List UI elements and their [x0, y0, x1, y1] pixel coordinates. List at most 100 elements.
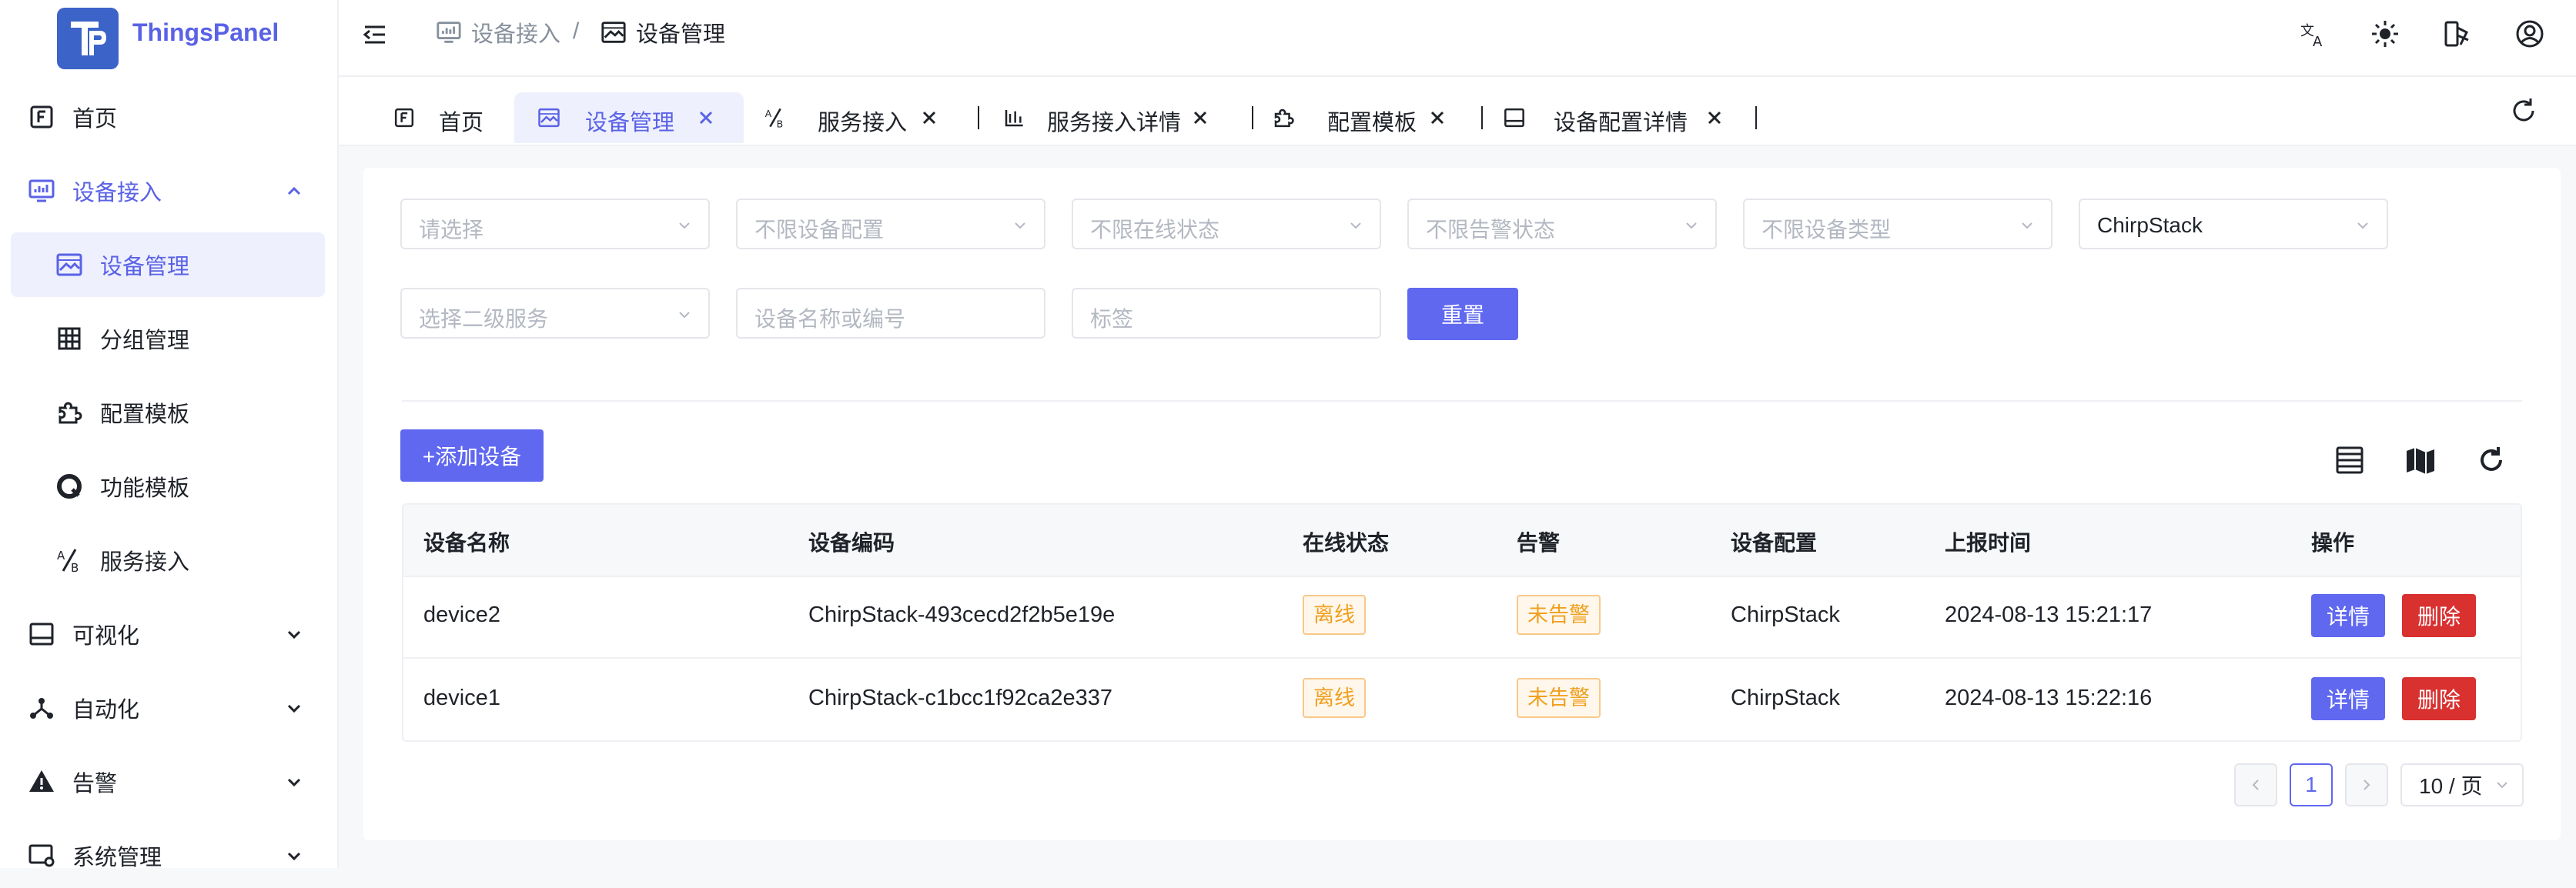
reset-button[interactable]: 重置	[1407, 288, 1518, 340]
placeholder: 请选择	[419, 218, 484, 242]
table-row: device1 ChirpStack-c1bcc1f92ca2e337 离线 未…	[403, 659, 2521, 740]
tab-label: 服务接入详情	[1047, 111, 1182, 135]
menu-collapse-icon[interactable]	[362, 22, 388, 48]
screen-icon	[29, 623, 54, 646]
screen-icon	[1504, 108, 1524, 128]
group-select[interactable]: 请选择	[400, 199, 710, 249]
sidebar: ThingsPanel 首页 设备接入 设备管理 分组管理 配置模板 功能模板 …	[0, 0, 339, 870]
device-config: ChirpStack	[1731, 603, 1840, 627]
sidebar-item-config-template[interactable]: 配置模板	[11, 380, 325, 445]
sidebar-item-visualization[interactable]: 可视化	[11, 602, 325, 666]
table-header: 设备名称 设备编码 在线状态 告警 设备配置 上报时间 操作	[403, 505, 2521, 577]
next-page-button[interactable]	[2345, 763, 2388, 806]
sidebar-item-system-management[interactable]: 系统管理	[11, 823, 325, 888]
network-icon	[30, 698, 53, 719]
tab-config-template[interactable]: 配置模板	[1272, 92, 1503, 143]
sidebar-item-home[interactable]: 首页	[11, 85, 325, 149]
chevron-down-icon	[287, 630, 301, 639]
close-icon[interactable]	[919, 108, 939, 128]
name-or-code-input[interactable]: 设备名称或编号	[736, 288, 1045, 339]
service-select[interactable]: ChirpStack	[2079, 199, 2388, 249]
close-icon[interactable]	[1427, 108, 1447, 128]
sun-icon[interactable]	[2370, 18, 2400, 49]
sidebar-item-label: 分组管理	[100, 329, 190, 353]
ratio-icon: AB	[57, 549, 79, 574]
sidebar-item-label: 自动化	[72, 698, 140, 723]
detail-button[interactable]: 详情	[2311, 677, 2385, 720]
alarm-status-select[interactable]: 不限告警状态	[1407, 199, 1717, 249]
sidebar-item-function-template[interactable]: 功能模板	[11, 454, 325, 519]
tab-service-access[interactable]: AB 服务接入	[764, 92, 956, 143]
column-header: 设备名称	[423, 531, 510, 555]
delete-button[interactable]: 删除	[2402, 594, 2476, 637]
page-size-select[interactable]: 10 / 页	[2400, 763, 2524, 806]
chevron-up-icon	[287, 186, 301, 195]
close-icon[interactable]	[696, 108, 716, 128]
device-table: 设备名称 设备编码 在线状态 告警 设备配置 上报时间 操作 device2 C…	[402, 503, 2522, 742]
svg-text:B: B	[71, 561, 79, 574]
sidebar-item-automation[interactable]: 自动化	[11, 676, 325, 740]
alarm-status-badge: 未告警	[1517, 595, 1601, 635]
refresh-icon[interactable]	[2508, 95, 2539, 126]
page-size-value: 10 / 页	[2419, 774, 2483, 798]
sidebar-item-service-access[interactable]: AB 服务接入	[11, 528, 325, 593]
secondary-service-select[interactable]: 选择二级服务	[400, 288, 710, 339]
tab-label: 首页	[439, 111, 484, 135]
device-config-select[interactable]: 不限设备配置	[736, 199, 1045, 249]
delete-button[interactable]: 删除	[2402, 677, 2476, 720]
puzzle-icon	[1274, 108, 1294, 128]
sidebar-item-label: 设备管理	[100, 255, 190, 279]
report-time: 2024-08-13 15:21:17	[1945, 603, 2153, 627]
tab-divider	[1755, 106, 1757, 129]
alarm-status-badge: 未告警	[1517, 678, 1601, 718]
tab-home[interactable]: 首页	[393, 92, 508, 143]
table-row: device2 ChirpStack-493cecd2f2b5e19e 离线 未…	[403, 576, 2521, 659]
device-list-card: 请选择 不限设备配置 不限在线状态 不限告警状态 不限设备类型 ChirpSta…	[363, 168, 2561, 840]
detail-button[interactable]: 详情	[2311, 594, 2385, 637]
placeholder: 标签	[1090, 307, 1134, 331]
svg-text:A: A	[57, 549, 65, 563]
list-view-icon[interactable]	[2333, 443, 2367, 477]
prev-page-button[interactable]	[2234, 763, 2277, 806]
breadcrumb-label: 设备管理	[636, 22, 726, 47]
brand-name: ThingsPanel	[132, 18, 279, 46]
refresh-icon[interactable]	[2474, 443, 2508, 477]
svg-text:A: A	[765, 108, 772, 119]
chevron-down-icon	[1350, 222, 1361, 229]
sidebar-item-device-management[interactable]: 设备管理	[11, 232, 325, 297]
map-view-icon[interactable]	[2404, 443, 2437, 477]
bar-chart-icon	[1005, 110, 1023, 127]
tab-device-config-detail[interactable]: 设备配置详情	[1503, 92, 1765, 143]
tag-input[interactable]: 标签	[1072, 288, 1381, 339]
breadcrumb-separator: /	[573, 18, 580, 44]
monitor-chart-icon	[28, 179, 55, 202]
tab-service-access-detail[interactable]: 服务接入详情	[1002, 92, 1264, 143]
online-status-badge: 离线	[1303, 678, 1366, 718]
puzzle-icon	[59, 402, 82, 424]
close-icon[interactable]	[1705, 108, 1725, 128]
add-device-button[interactable]: +添加设备	[400, 429, 544, 482]
grid-icon	[58, 327, 81, 350]
user-icon[interactable]	[2514, 18, 2545, 49]
theme-icon[interactable]	[2442, 18, 2473, 49]
page-number-button[interactable]: 1	[2290, 763, 2333, 806]
online-status-select[interactable]: 不限在线状态	[1072, 199, 1381, 249]
device-type-select[interactable]: 不限设备类型	[1743, 199, 2052, 249]
close-icon[interactable]	[1190, 108, 1210, 128]
sidebar-item-label: 首页	[72, 107, 118, 132]
column-header: 上报时间	[1945, 531, 2032, 555]
chevron-down-icon	[679, 222, 690, 229]
sidebar-item-group-management[interactable]: 分组管理	[11, 306, 325, 371]
chevron-down-icon	[287, 704, 301, 713]
sidebar-item-alarm[interactable]: 告警	[11, 749, 325, 814]
column-header: 操作	[2311, 531, 2355, 555]
sidebar-item-label: 设备接入	[72, 181, 162, 205]
placeholder: 不限设备配置	[754, 218, 885, 242]
breadcrumb-item[interactable]: 设备接入	[434, 17, 560, 48]
chevron-down-icon	[2022, 222, 2032, 229]
warning-icon	[29, 770, 54, 792]
home-f-icon	[394, 108, 414, 128]
tab-device-management[interactable]: 设备管理	[514, 92, 744, 143]
translate-icon[interactable]: 文A	[2299, 18, 2330, 49]
sidebar-item-device-access[interactable]: 设备接入	[11, 159, 325, 223]
